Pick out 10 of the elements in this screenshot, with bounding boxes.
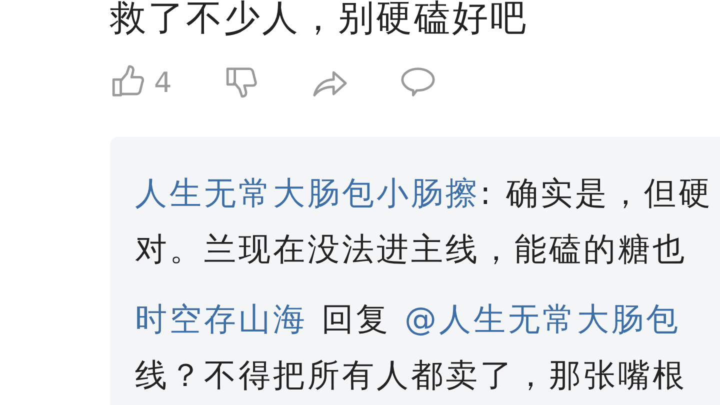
like-count: 4 [154,66,172,98]
like-button[interactable]: 4 [110,64,172,100]
reply-text: 对。兰现在没法进主线，能磕的糖也 [135,229,687,270]
comment-text: 救了不少人，别硬磕好吧 [110,0,528,38]
reply-label: 回复 [322,299,390,340]
reply-author-link[interactable]: 人生无常大肠包小肠擦 [135,165,480,221]
reply-author-link[interactable]: 时空存山海 [135,291,308,347]
reply-text: 线？不得把所有人都卖了，那张嘴根 [135,355,687,396]
reply-text: : 确实是，但硬 [480,173,713,214]
mention-link[interactable]: @人生无常大肠包 [404,291,680,347]
